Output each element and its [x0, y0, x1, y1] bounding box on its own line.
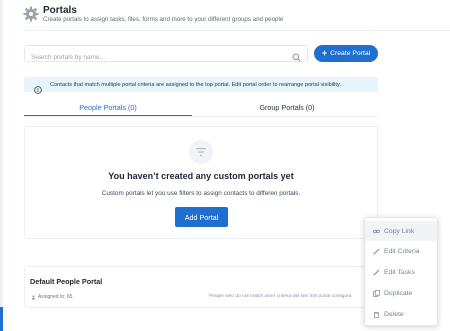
link-icon — [373, 228, 380, 235]
search-icon[interactable] — [292, 49, 301, 62]
info-banner-text: Contacts that match multiple portal crit… — [50, 81, 341, 88]
search-box — [24, 45, 308, 65]
menu-item-delete[interactable]: Delete — [365, 304, 437, 324]
info-icon — [34, 81, 42, 94]
menu-item-label: Duplicate — [384, 289, 413, 297]
gear-icon — [23, 6, 39, 22]
pencil-icon — [373, 269, 380, 276]
duplicate-icon — [373, 289, 380, 297]
plus-icon: + — [321, 48, 328, 58]
tabs-divider — [24, 116, 378, 117]
tab-people-portals[interactable]: People Portals (0) — [24, 99, 192, 116]
create-portal-button[interactable]: + Create Portal — [314, 45, 378, 62]
menu-item-label: Delete — [384, 310, 404, 318]
menu-item-edit-tasks[interactable]: Edit Tasks — [365, 262, 437, 282]
assigned-count: Assigned to: 65 — [38, 294, 73, 300]
add-portal-button[interactable]: Add Portal — [175, 207, 228, 227]
menu-item-edit-criteria[interactable]: Edit Criteria — [365, 241, 437, 261]
menu-item-label: Edit Criteria — [384, 247, 420, 255]
pencil-icon — [373, 248, 380, 255]
portal-context-menu: Copy Link Edit Criteria Edit Tasks Dupli… — [364, 217, 438, 326]
info-banner: Contacts that match multiple portal crit… — [24, 77, 378, 94]
left-rail-active-indicator — [0, 307, 3, 331]
page-subtitle: Create portals to assign tasks, files, f… — [43, 16, 284, 23]
empty-state-title: You haven’t created any custom portals y… — [108, 171, 294, 181]
tab-group-portals[interactable]: Group Portals (0) — [196, 99, 378, 116]
menu-item-label: Edit Tasks — [384, 268, 415, 276]
trash-icon — [373, 311, 380, 318]
empty-state-description: Custom portals let you use filters to as… — [101, 190, 301, 197]
page-title: Portals — [43, 5, 77, 16]
default-portal-assigned: Assigned to: 65 — [31, 294, 72, 300]
filter-icon — [189, 140, 213, 164]
search-input[interactable] — [31, 50, 281, 65]
menu-item-label: Copy Link — [384, 227, 415, 235]
header-divider — [24, 30, 450, 31]
menu-item-duplicate[interactable]: Duplicate — [365, 283, 437, 303]
people-icon — [31, 295, 36, 300]
default-portal-card[interactable] — [24, 266, 376, 308]
default-portal-note: People who do not match other criteria w… — [209, 294, 352, 299]
create-portal-label: Create Portal — [330, 50, 371, 57]
default-portal-title: Default People Portal — [30, 277, 103, 286]
menu-item-copy-link[interactable]: Copy Link — [365, 221, 437, 241]
left-rail — [0, 0, 3, 331]
